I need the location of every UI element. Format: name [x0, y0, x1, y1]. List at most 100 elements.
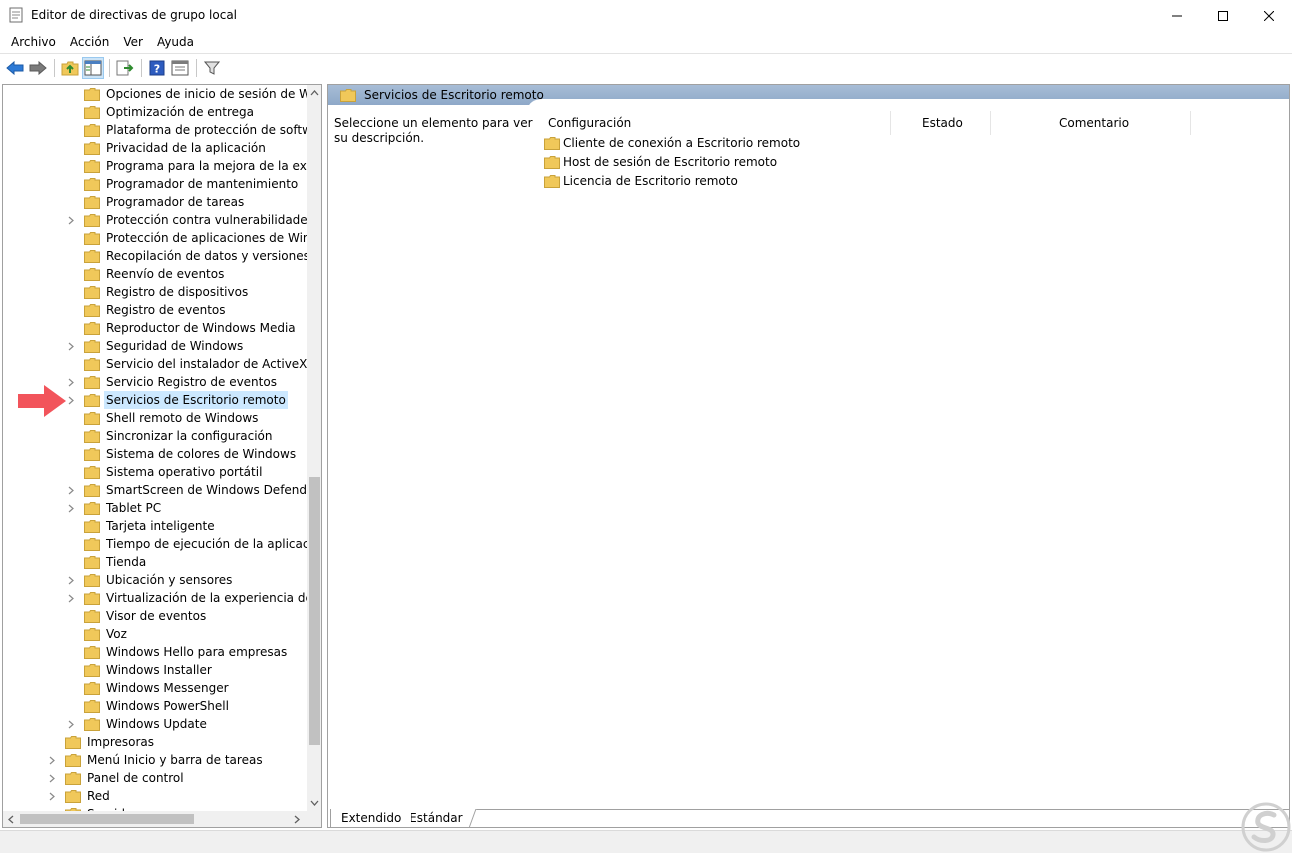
tree-item-label: Ubicación y sensores [106, 573, 233, 587]
folder-icon [84, 429, 100, 443]
filter-button[interactable] [201, 57, 223, 79]
tree-item[interactable]: Optimización de entrega [65, 103, 256, 121]
tree-item[interactable]: Visor de eventos [65, 607, 208, 625]
tree-item[interactable]: Programador de mantenimiento [65, 175, 300, 193]
tree-item[interactable]: Programador de tareas [65, 193, 246, 211]
close-button[interactable] [1246, 0, 1292, 31]
tree-item[interactable]: Tarjeta inteligente [65, 517, 217, 535]
tree-item[interactable]: Privacidad de la aplicación [65, 139, 268, 157]
chevron-down-icon [310, 800, 319, 806]
scroll-left-button[interactable] [3, 811, 19, 827]
tree-item[interactable]: Red [46, 787, 112, 805]
tree-item[interactable]: Panel de control [46, 769, 186, 787]
expand-chevron-icon[interactable] [65, 589, 77, 607]
forward-button[interactable] [27, 57, 49, 79]
folder-icon [544, 156, 560, 169]
column-header-configuracion[interactable]: Configuración [548, 111, 631, 135]
tree-item[interactable]: Impresoras [46, 733, 156, 751]
tree-horizontal-scrollbar[interactable] [3, 811, 307, 827]
tree-item[interactable]: Windows Update [65, 715, 209, 733]
tree-item-label: Tiempo de ejecución de la aplicación [106, 537, 307, 551]
tree-vertical-scrollbar[interactable] [307, 85, 321, 811]
expand-chevron-icon[interactable] [46, 751, 58, 769]
tree-item[interactable]: Sistema de colores de Windows [65, 445, 298, 463]
expand-placeholder [65, 157, 77, 175]
tree-item[interactable]: Protección de aplicaciones de Windows [65, 229, 307, 247]
tree-item[interactable]: Ubicación y sensores [65, 571, 234, 589]
expand-placeholder [65, 121, 77, 139]
menu-archivo[interactable]: Archivo [4, 32, 63, 52]
up-one-level-button[interactable] [59, 57, 81, 79]
tree-item-label: Tarjeta inteligente [106, 519, 215, 533]
menu-ayuda[interactable]: Ayuda [150, 32, 201, 52]
toolbar-separator [141, 58, 142, 77]
tree-item[interactable]: Windows Hello para empresas [65, 643, 289, 661]
minimize-button[interactable] [1154, 0, 1200, 31]
export-list-button[interactable] [114, 57, 136, 79]
tree-item[interactable]: Reenvío de eventos [65, 265, 226, 283]
tab-extendido[interactable]: Extendido [330, 809, 412, 827]
tree-item[interactable]: Servicio Registro de eventos [65, 373, 279, 391]
tree-item[interactable]: Menú Inicio y barra de tareas [46, 751, 265, 769]
tree-item[interactable]: Sincronizar la configuración [65, 427, 275, 445]
tree-item[interactable]: Windows PowerShell [65, 697, 231, 715]
tree-item[interactable]: Tienda [65, 553, 148, 571]
tree-item[interactable]: Servicios de Escritorio remoto [65, 391, 288, 409]
expand-chevron-icon[interactable] [65, 571, 77, 589]
expand-chevron-icon[interactable] [65, 211, 77, 229]
tree-item[interactable]: Protección contra vulnerabilidades de [65, 211, 307, 229]
list-item[interactable]: Cliente de conexión a Escritorio remoto [544, 134, 800, 153]
tree-item[interactable]: Tiempo de ejecución de la aplicación [65, 535, 307, 553]
tree-item-label: Reenvío de eventos [106, 267, 225, 281]
column-header-estado[interactable]: Estado [922, 111, 963, 135]
tree-items: Opciones de inicio de sesión de Windows O… [3, 85, 307, 811]
view-tabs: Estándar Extendido [328, 809, 1289, 827]
column-separator[interactable] [990, 111, 991, 135]
horizontal-scroll-thumb[interactable] [20, 814, 194, 824]
console-tree: Opciones de inicio de sesión de Windows O… [2, 84, 322, 828]
red-arrow-icon [18, 385, 66, 417]
folder-icon [84, 141, 100, 155]
column-separator[interactable] [890, 111, 891, 135]
tree-item[interactable]: Shell remoto de Windows [65, 409, 260, 427]
tree-item[interactable]: Voz [65, 625, 129, 643]
tree-item[interactable]: Registro de eventos [65, 301, 228, 319]
maximize-button[interactable] [1200, 0, 1246, 31]
tree-item[interactable]: Tablet PC [65, 499, 163, 517]
menu-accion[interactable]: Acción [63, 32, 116, 52]
scroll-up-button[interactable] [307, 85, 321, 101]
list-item[interactable]: Host de sesión de Escritorio remoto [544, 153, 777, 172]
expand-chevron-icon[interactable] [46, 769, 58, 787]
tree-item-label: Menú Inicio y barra de tareas [87, 753, 263, 767]
tree-item[interactable]: Sistema operativo portátil [65, 463, 264, 481]
show-hide-tree-button[interactable] [82, 56, 104, 79]
tree-item[interactable]: SmartScreen de Windows Defender [65, 481, 307, 499]
expand-chevron-icon[interactable] [65, 715, 77, 733]
expand-chevron-icon[interactable] [65, 499, 77, 517]
list-item[interactable]: Licencia de Escritorio remoto [544, 172, 738, 191]
tree-item[interactable]: Opciones de inicio de sesión de Windows [65, 85, 307, 103]
menu-ver[interactable]: Ver [116, 32, 150, 52]
scroll-thumb[interactable] [309, 477, 320, 745]
back-button[interactable] [4, 57, 26, 79]
tree-item[interactable]: Windows Messenger [65, 679, 231, 697]
tree-item[interactable]: Virtualización de la experiencia del usu… [65, 589, 307, 607]
tree-item[interactable]: Programa para la mejora de la experienci… [65, 157, 307, 175]
properties-view-button[interactable] [169, 57, 191, 79]
tree-item[interactable]: Reproductor de Windows Media [65, 319, 298, 337]
folder-icon [84, 555, 100, 569]
expand-chevron-icon[interactable] [65, 481, 77, 499]
tree-item[interactable]: Seguridad de Windows [65, 337, 245, 355]
tree-item[interactable]: Servicio del instalador de ActiveX [65, 355, 307, 373]
tree-item[interactable]: Plataforma de protección de software [65, 121, 307, 139]
column-separator[interactable] [1190, 111, 1191, 135]
tree-item[interactable]: Recopilación de datos y versiones prelim… [65, 247, 307, 265]
scroll-right-button[interactable] [289, 811, 305, 827]
column-header-comentario[interactable]: Comentario [1059, 111, 1129, 135]
help-button[interactable]: ? [146, 57, 168, 79]
tree-item[interactable]: Windows Installer [65, 661, 214, 679]
expand-chevron-icon[interactable] [46, 787, 58, 805]
expand-chevron-icon[interactable] [65, 337, 77, 355]
scroll-down-button[interactable] [307, 795, 321, 811]
tree-item[interactable]: Registro de dispositivos [65, 283, 250, 301]
